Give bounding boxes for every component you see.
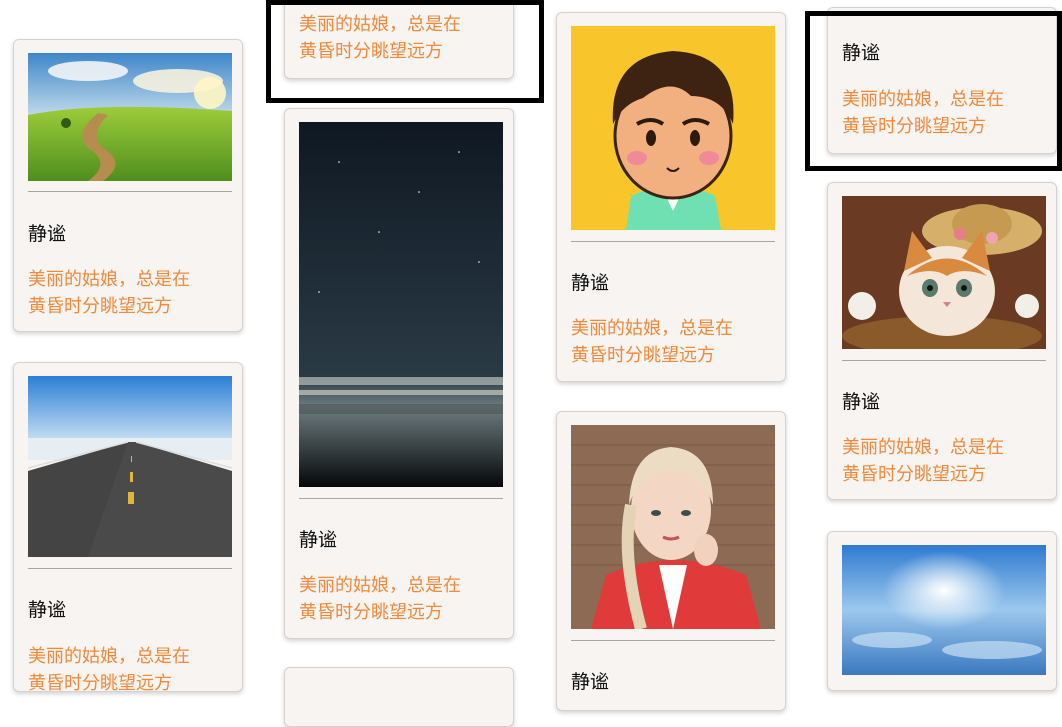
card-description: 美丽的姑娘，总是在 黄昏时分眺望远方: [842, 86, 1052, 140]
card-description-line: 美丽的姑娘，总是在: [842, 89, 1004, 110]
card-description-line: 黄昏时分眺望远方: [571, 345, 715, 366]
card-description: 美丽的姑娘，总是在 黄昏时分眺望远方: [299, 11, 509, 65]
card-description-line: 美丽的姑娘，总是在: [299, 575, 461, 596]
card-description: 美丽的姑娘，总是在 黄昏时分眺望远方: [28, 266, 238, 320]
waterfall-card[interactable]: 静谧 美丽的姑娘，总是在 黄昏时分眺望远方: [284, 108, 514, 639]
waterfall-card[interactable]: 静谧 美丽的姑娘，总是在 黄昏时分眺望远方: [13, 39, 243, 332]
card-description-line: 黄昏时分眺望远方: [28, 673, 172, 694]
card-divider: [28, 568, 232, 569]
card-title: 静谧: [28, 223, 67, 245]
card-divider: [571, 241, 775, 242]
waterfall-card[interactable]: [284, 667, 514, 727]
card-description-line: 美丽的姑娘，总是在: [571, 318, 733, 339]
card-description-line: 黄昏时分眺望远方: [28, 296, 172, 317]
card-description: 美丽的姑娘，总是在 黄昏时分眺望远方: [299, 572, 509, 626]
waterfall-card[interactable]: [827, 531, 1057, 691]
card-description: 美丽的姑娘，总是在 黄昏时分眺望远方: [842, 434, 1052, 488]
waterfall-card[interactable]: 美丽的姑娘，总是在 黄昏时分眺望远方: [284, 0, 514, 79]
card-description-line: 黄昏时分眺望远方: [299, 602, 443, 623]
card-description-line: 黄昏时分眺望远方: [299, 41, 443, 62]
card-title: 静谧: [571, 272, 610, 294]
waterfall-card[interactable]: 静谧 美丽的姑娘，总是在 黄昏时分眺望远方: [827, 182, 1057, 500]
card-description-line: 美丽的姑娘，总是在: [299, 14, 461, 35]
card-divider: [842, 360, 1046, 361]
card-image-girl-braids: [571, 425, 775, 629]
card-image-sky-clouds: [842, 545, 1046, 675]
waterfall-card[interactable]: 静谧 美丽的姑娘，总是在 黄昏时分眺望远方: [556, 12, 786, 382]
card-image-night-sea: [299, 122, 503, 487]
card-title: 静谧: [842, 391, 881, 413]
card-divider: [28, 191, 232, 192]
waterfall-card[interactable]: 静谧 美丽的姑娘，总是在 黄昏时分眺望远方: [827, 7, 1057, 154]
card-description: 美丽的姑娘，总是在 黄昏时分眺望远方: [28, 643, 238, 697]
card-description-line: 黄昏时分眺望远方: [842, 464, 986, 485]
waterfall-card[interactable]: 静谧: [556, 411, 786, 711]
card-description-line: 美丽的姑娘，总是在: [28, 269, 190, 290]
card-title: 静谧: [842, 42, 881, 64]
card-description-line: 美丽的姑娘，总是在: [842, 437, 1004, 458]
waterfall-card[interactable]: 静谧 美丽的姑娘，总是在 黄昏时分眺望远方: [13, 362, 243, 694]
card-divider: [299, 498, 503, 499]
card-description: 美丽的姑娘，总是在 黄昏时分眺望远方: [571, 315, 781, 369]
card-description-line: 美丽的姑娘，总是在: [28, 646, 190, 667]
card-image-cartoon-avatar: [571, 26, 775, 230]
card-title: 静谧: [28, 599, 67, 621]
card-divider: [571, 640, 775, 641]
card-image-road: [28, 376, 232, 557]
card-title: 静谧: [571, 671, 610, 693]
card-description-line: 黄昏时分眺望远方: [842, 116, 986, 137]
card-title: 静谧: [299, 529, 338, 551]
card-image-kitten: [842, 196, 1046, 349]
card-image-green-hills: [28, 53, 232, 181]
